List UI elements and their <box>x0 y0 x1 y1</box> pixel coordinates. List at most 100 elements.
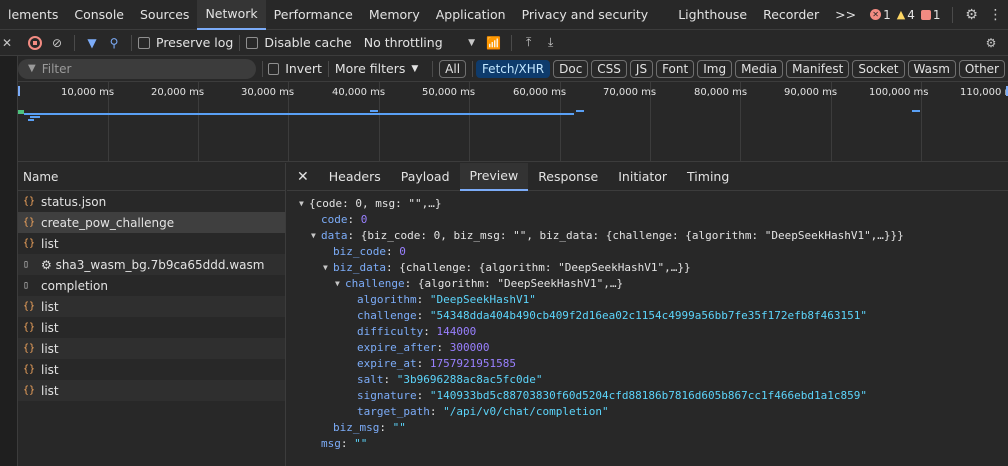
filter-bar: ▼ Filter Invert More filters ▼ All Fetch… <box>0 56 1008 82</box>
tab-timing[interactable]: Timing <box>677 163 739 191</box>
divider <box>952 6 954 23</box>
chip-wasm[interactable]: Wasm <box>907 59 956 78</box>
request-row[interactable]: ▯ completion <box>18 275 285 296</box>
expand-triangle-icon[interactable]: ▼ <box>311 231 321 240</box>
chip-js[interactable]: JS <box>629 59 654 78</box>
close-detail-icon[interactable]: ✕ <box>287 163 319 191</box>
tree-node-data[interactable]: ▼ data: {biz_code: 0, biz_msg: "", biz_d… <box>287 227 1008 243</box>
network-conditions-icon[interactable]: 📶 <box>483 30 505 56</box>
xhr-braces-icon: {} <box>23 385 36 396</box>
filter-icon[interactable]: ▼ <box>81 30 103 56</box>
kebab-menu-icon[interactable]: ⋮ <box>983 0 1007 30</box>
disable-cache-checkbox[interactable] <box>246 36 259 49</box>
timeline-request-bar <box>370 110 378 112</box>
timeline-tick-label: 80,000 ms <box>694 87 748 98</box>
document-icon: ▯ <box>23 259 30 270</box>
timeline-request-bar <box>576 110 584 112</box>
export-har-icon[interactable]: ⤓ <box>540 30 562 56</box>
chip-doc[interactable]: Doc <box>553 59 589 78</box>
divider <box>472 60 473 77</box>
timeline-left-handle[interactable] <box>18 86 20 96</box>
chip-other[interactable]: Other <box>958 59 1005 78</box>
tab-performance[interactable]: Performance <box>266 0 361 30</box>
divider <box>131 34 132 51</box>
request-row[interactable]: ▯ ⚙ sha3_wasm_bg.7b9ca65ddd.wasm <box>18 254 285 275</box>
request-row[interactable]: {} list <box>18 233 285 254</box>
tab-elements[interactable]: lements <box>0 0 66 30</box>
request-row[interactable]: {} status.json <box>18 191 285 212</box>
clear-icon[interactable]: ⊘ <box>46 30 68 56</box>
timeline-tick-label: 30,000 ms <box>241 87 295 98</box>
chip-manifest[interactable]: Manifest <box>786 59 850 78</box>
record-stop-icon[interactable] <box>24 30 46 56</box>
tree-prop-salt: salt: "3b9696288ac8ac5fc0de" <box>357 372 543 386</box>
request-name: list <box>41 299 59 314</box>
request-row[interactable]: {} list <box>18 317 285 338</box>
chip-socket[interactable]: Socket <box>852 59 905 78</box>
tab-initiator[interactable]: Initiator <box>608 163 677 191</box>
tab-privacy-security[interactable]: Privacy and security <box>514 0 657 30</box>
name-column-header[interactable]: Name <box>18 163 285 191</box>
tab-payload[interactable]: Payload <box>391 163 460 191</box>
expand-triangle-icon[interactable]: ▼ <box>299 199 309 208</box>
chip-all[interactable]: All <box>439 59 467 78</box>
more-filters-dropdown[interactable]: More filters <box>335 61 406 76</box>
tab-memory[interactable]: Memory <box>361 0 428 30</box>
import-har-icon[interactable]: ⤒ <box>518 30 540 56</box>
divider <box>327 60 329 77</box>
preserve-log-label: Preserve log <box>156 35 234 50</box>
tree-node-biz-data[interactable]: ▼ biz_data: {challenge: {algorithm: "Dee… <box>287 259 1008 275</box>
issues-count-badge[interactable]: 1 <box>920 8 940 22</box>
tab-recorder[interactable]: Recorder <box>755 0 827 30</box>
tab-application[interactable]: Application <box>428 0 514 30</box>
error-count-badge[interactable]: ✕ 1 <box>870 8 891 22</box>
timeline-overview[interactable]: 10,000 ms 20,000 ms 30,000 ms 40,000 ms … <box>18 82 1008 162</box>
tab-response[interactable]: Response <box>528 163 608 191</box>
issue-icon <box>920 9 931 20</box>
request-row[interactable]: {} list <box>18 296 285 317</box>
throttling-select[interactable]: No throttling <box>364 35 443 50</box>
expand-triangle-icon[interactable]: ▼ <box>335 279 345 288</box>
tab-preview[interactable]: Preview <box>459 162 529 191</box>
tree-prop-code: code: 0 <box>321 212 368 226</box>
chevron-down-icon[interactable]: ▼ <box>461 30 483 56</box>
chip-media[interactable]: Media <box>735 59 784 78</box>
tab-console[interactable]: Console <box>66 0 132 30</box>
tab-lighthouse[interactable]: Lighthouse <box>670 0 755 30</box>
chip-img[interactable]: Img <box>697 59 733 78</box>
more-tabs-button[interactable]: >> <box>827 0 864 30</box>
preserve-log-checkbox[interactable] <box>138 36 150 49</box>
timeline-tick-label: 10,000 ms <box>61 87 115 98</box>
tree-node-challenge[interactable]: ▼ challenge: {algorithm: "DeepSeekHashV1… <box>287 275 1008 291</box>
request-row[interactable]: {} create_pow_challenge <box>18 212 285 233</box>
search-icon[interactable]: ⚲ <box>103 30 125 56</box>
warning-count: 4 <box>907 7 915 22</box>
xhr-braces-icon: {} <box>23 301 36 312</box>
tree-node-root[interactable]: ▼ {code: 0, msg: "",…} <box>287 195 1008 211</box>
filter-input[interactable]: ▼ Filter <box>18 58 256 79</box>
disable-cache-label: Disable cache <box>264 35 352 50</box>
close-drawer-icon[interactable]: ✕ <box>0 30 14 56</box>
invert-checkbox[interactable] <box>268 62 280 75</box>
request-row[interactable]: {} list <box>18 338 285 359</box>
chip-font[interactable]: Font <box>656 59 695 78</box>
xhr-braces-icon: {} <box>23 343 36 354</box>
chevron-down-icon: ▼ <box>411 63 419 74</box>
tab-network[interactable]: Network <box>197 0 266 30</box>
divider <box>432 60 434 77</box>
expand-triangle-icon[interactable]: ▼ <box>323 263 333 272</box>
chip-css[interactable]: CSS <box>591 59 627 78</box>
tab-headers[interactable]: Headers <box>319 163 391 191</box>
request-row[interactable]: {} list <box>18 380 285 401</box>
warning-count-badge[interactable]: ▲ 4 <box>897 8 915 22</box>
chip-fetch-xhr[interactable]: Fetch/XHR <box>475 59 551 78</box>
network-settings-gear-icon[interactable]: ⚙ <box>980 30 1002 56</box>
tab-sources[interactable]: Sources <box>132 0 197 30</box>
warning-icon: ▲ <box>896 8 906 21</box>
timeline-tick-label: 50,000 ms <box>422 87 476 98</box>
invert-label: Invert <box>285 61 322 76</box>
request-row[interactable]: {} list <box>18 359 285 380</box>
devtools-tabbar: lements Console Sources Network Performa… <box>0 0 1008 30</box>
timeline-tick-label: 90,000 ms <box>784 87 838 98</box>
gear-icon[interactable]: ⚙ <box>959 0 983 30</box>
